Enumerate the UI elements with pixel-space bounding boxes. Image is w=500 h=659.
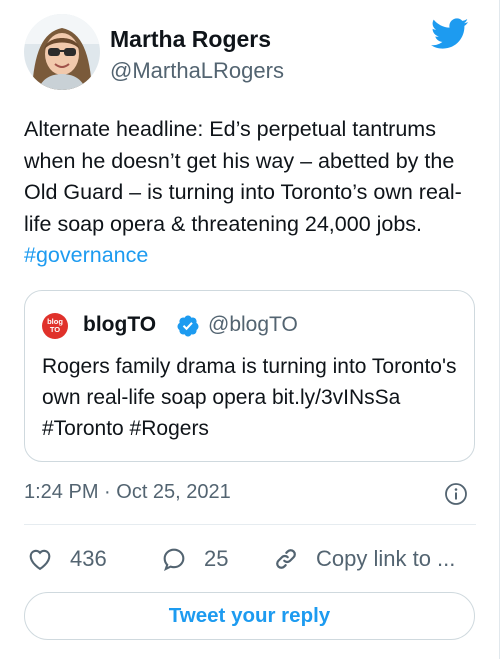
avatar[interactable] xyxy=(24,14,100,90)
speech-bubble-icon xyxy=(163,548,185,571)
quoted-text: Rogers family drama is turning into Toro… xyxy=(42,355,457,440)
like-button[interactable]: 436 xyxy=(26,544,107,574)
like-count: 436 xyxy=(70,546,107,571)
divider xyxy=(24,524,476,525)
author-display-name[interactable]: Martha Rogers xyxy=(110,26,271,53)
quoted-tweet[interactable]: blog TO blogTO @blogTO Rogers family dram… xyxy=(24,290,475,462)
copy-link-button[interactable]: Copy link to ... xyxy=(272,544,455,574)
tweet-timestamp[interactable]: 1:24 PM · Oct 25, 2021 xyxy=(24,481,231,504)
author-handle[interactable]: @MarthaLRogers xyxy=(110,58,284,84)
reply-count: 25 xyxy=(204,546,229,571)
twitter-bird-icon[interactable] xyxy=(431,18,469,50)
heart-icon xyxy=(29,549,51,571)
reply-button[interactable]: 25 xyxy=(160,544,228,574)
link-icon xyxy=(276,549,296,569)
info-icon[interactable] xyxy=(444,482,468,506)
quoted-display-name: blogTO xyxy=(83,313,157,336)
verified-badge-icon xyxy=(177,315,199,337)
tweet-card: Martha Rogers @MarthaLRogers Alternate h… xyxy=(0,0,500,659)
hashtag-link[interactable]: #governance xyxy=(24,243,148,267)
person-avatar-icon xyxy=(24,14,100,90)
tweet-your-reply-button[interactable]: Tweet your reply xyxy=(24,592,475,640)
tweet-body: Alternate headline: Ed’s perpetual tantr… xyxy=(24,117,462,236)
logo-text-bottom: TO xyxy=(49,325,61,334)
quoted-handle: @blogTO xyxy=(208,313,298,336)
copy-link-label: Copy link to ... xyxy=(316,546,456,571)
tweet-text: Alternate headline: Ed’s perpetual tantr… xyxy=(24,114,476,272)
blogto-logo: blog TO xyxy=(42,313,68,339)
